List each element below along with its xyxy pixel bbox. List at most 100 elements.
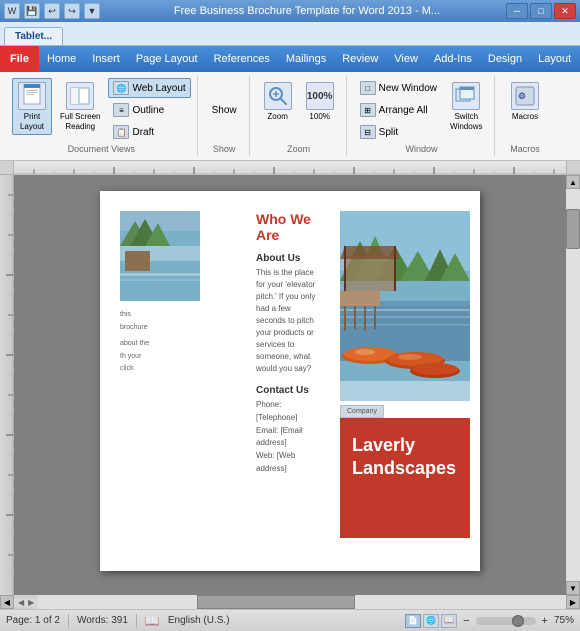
page-container: this brochure about the th your click Wh… xyxy=(14,175,566,595)
snippet-4: th your xyxy=(120,351,240,364)
page-count: Page: 1 of 2 xyxy=(6,615,60,626)
company-tab-area: Company xyxy=(340,405,470,418)
macros-button[interactable]: ⚙ Macros xyxy=(505,78,545,125)
zoom-buttons: Zoom 100% 100% xyxy=(258,78,340,142)
ruler-corner-right xyxy=(566,161,580,175)
print-layout-button[interactable]: PrintLayout xyxy=(12,78,52,135)
zoom-100-button[interactable]: 100% 100% xyxy=(300,78,340,125)
company-name-box: Laverly Landscapes xyxy=(340,418,470,538)
zoom-plus-button[interactable]: + xyxy=(542,615,548,627)
close-button[interactable]: ✕ xyxy=(554,3,576,19)
views-small-col: 🌐 Web Layout ≡ Outline 📋 Draft xyxy=(108,78,190,142)
ribbon-buttons-views: PrintLayout Full ScreenReading xyxy=(12,78,191,142)
show-buttons: Show xyxy=(207,78,242,142)
redo-icon[interactable]: ↪ xyxy=(64,3,80,19)
snippet-1: this xyxy=(120,309,240,322)
word-count: Words: 391 xyxy=(77,615,128,626)
zoom-button[interactable]: Zoom xyxy=(258,78,298,125)
menu-review[interactable]: Review xyxy=(334,49,386,69)
zoom-minus-button[interactable]: − xyxy=(463,615,469,627)
switch-windows-icon xyxy=(452,82,480,110)
macros-group-label: Macros xyxy=(510,142,540,154)
contact-phone: Phone: [Telephone] xyxy=(256,399,320,425)
view-print-button[interactable]: 📄 xyxy=(405,614,421,628)
menu-add-ins[interactable]: Add-Ins xyxy=(426,49,480,69)
status-bar: Page: 1 of 2 Words: 391 📖 English (U.S.)… xyxy=(0,609,580,631)
view-read-button[interactable]: 📖 xyxy=(441,614,457,628)
scroll-up-button[interactable]: ▲ xyxy=(566,175,580,189)
scrollbar-horizontal[interactable]: ◀ ◀ ▶ ▶ xyxy=(0,595,580,609)
zoom-group-label: Zoom xyxy=(287,142,310,154)
ruler-vertical xyxy=(0,175,14,595)
who-we-are-heading: Who We Are xyxy=(256,211,320,243)
menu-design[interactable]: Design xyxy=(480,49,530,69)
prev-page-icon[interactable]: ◀ xyxy=(18,598,24,607)
draft-button[interactable]: 📋 Draft xyxy=(108,122,190,142)
view-web-button[interactable]: 🌐 xyxy=(423,614,439,628)
zoom-100-icon: 100% xyxy=(306,82,334,110)
arrange-all-button[interactable]: ⊞ Arrange All xyxy=(355,100,442,120)
scroll-left-button[interactable]: ◀ xyxy=(0,595,14,609)
draft-label: Draft xyxy=(132,127,154,138)
maximize-button[interactable]: □ xyxy=(530,3,552,19)
contact-us-heading: Contact Us xyxy=(256,385,320,396)
ribbon-content: PrintLayout Full ScreenReading xyxy=(0,72,580,160)
show-button[interactable]: Show xyxy=(207,102,242,119)
scroll-thumb-horizontal[interactable] xyxy=(197,595,355,609)
arrange-all-icon: ⊞ xyxy=(360,103,376,117)
zoom-label: Zoom xyxy=(267,112,287,121)
new-window-button[interactable]: □ New Window xyxy=(355,78,442,98)
new-window-label: New Window xyxy=(379,83,437,94)
title-bar: W 💾 ↩ ↪ ▼ Free Business Brochure Templat… xyxy=(0,0,580,22)
status-sep-1 xyxy=(68,614,69,628)
outline-icon: ≡ xyxy=(113,103,129,117)
web-layout-button[interactable]: 🌐 Web Layout xyxy=(108,78,190,98)
company-line-1: Laverly xyxy=(352,435,415,455)
scroll-thumb-vertical[interactable] xyxy=(566,209,580,249)
save-icon[interactable]: 💾 xyxy=(24,3,40,19)
minimize-button[interactable]: ─ xyxy=(506,3,528,19)
scroll-down-button[interactable]: ▼ xyxy=(566,581,580,595)
ribbon-group-show: Show Show xyxy=(200,76,250,156)
switch-windows-button[interactable]: SwitchWindows xyxy=(444,78,488,135)
status-sep-2 xyxy=(136,614,137,628)
doc-views-label: Document Views xyxy=(68,142,135,154)
next-page-icon[interactable]: ▶ xyxy=(28,598,34,607)
split-label: Split xyxy=(379,127,398,138)
menu-home[interactable]: Home xyxy=(39,49,84,69)
macros-label: Macros xyxy=(512,112,538,121)
scroll-track-horizontal[interactable] xyxy=(38,595,566,609)
menu-page-layout[interactable]: Page Layout xyxy=(128,49,206,69)
menu-insert[interactable]: Insert xyxy=(84,49,128,69)
file-button[interactable]: File xyxy=(0,46,39,72)
ribbon-group-window: □ New Window ⊞ Arrange All ⊟ Split xyxy=(349,76,496,156)
window-buttons: □ New Window ⊞ Arrange All ⊟ Split xyxy=(355,78,489,142)
split-button[interactable]: ⊟ Split xyxy=(355,122,442,142)
undo-icon[interactable]: ↩ xyxy=(44,3,60,19)
ruler-horizontal xyxy=(14,161,566,175)
show-label: Show xyxy=(212,105,237,116)
tab-tablet[interactable]: Tablet... xyxy=(4,27,63,45)
quick-access-icon[interactable]: ▼ xyxy=(84,3,100,19)
full-screen-button[interactable]: Full ScreenReading xyxy=(54,78,106,135)
menu-view[interactable]: View xyxy=(386,49,426,69)
company-line-2: Landscapes xyxy=(352,458,456,478)
zoom-100-label: 100% xyxy=(309,112,329,121)
snippet-5: click xyxy=(120,363,240,376)
switch-windows-label: SwitchWindows xyxy=(450,112,482,131)
zoom-percent: 75% xyxy=(554,615,574,626)
outline-button[interactable]: ≡ Outline xyxy=(108,100,190,120)
scrollbar-vertical[interactable]: ▲ ▼ xyxy=(566,175,580,595)
page-left-column: this brochure about the th your click xyxy=(120,211,240,551)
menu-mailings[interactable]: Mailings xyxy=(278,49,334,69)
menu-layout[interactable]: Layout xyxy=(530,49,579,69)
zoom-slider-thumb[interactable] xyxy=(512,615,524,627)
scroll-right-button[interactable]: ▶ xyxy=(566,595,580,609)
menu-references[interactable]: References xyxy=(206,49,278,69)
page-nav-area: ◀ ▶ xyxy=(14,598,38,607)
title-text: Free Business Brochure Template for Word… xyxy=(108,5,506,17)
scroll-track-vertical[interactable] xyxy=(566,189,580,581)
web-layout-label: Web Layout xyxy=(132,83,185,94)
window-small-col: □ New Window ⊞ Arrange All ⊟ Split xyxy=(355,78,442,142)
ribbon-group-document-views: PrintLayout Full ScreenReading xyxy=(6,76,198,156)
